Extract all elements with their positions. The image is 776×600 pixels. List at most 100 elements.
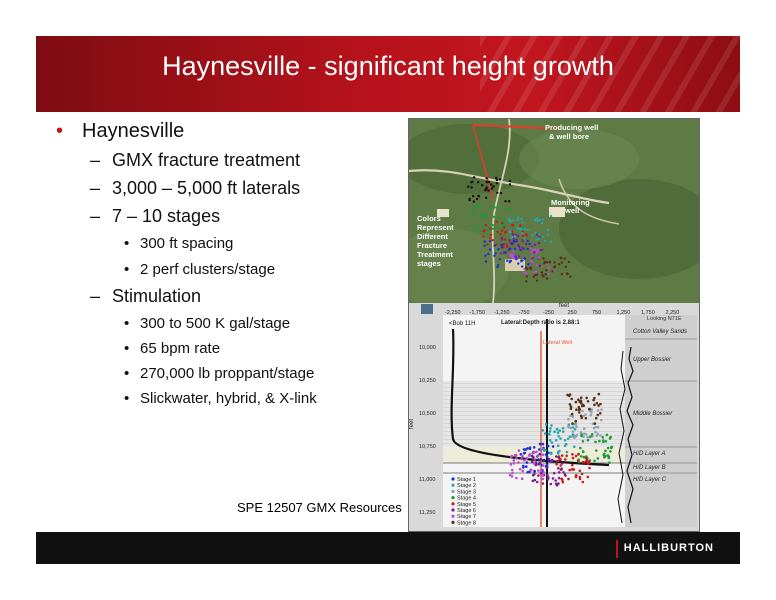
- section-event-dot: [574, 434, 578, 438]
- legend-marker: [451, 483, 455, 487]
- legend-label: Stage 6: [457, 508, 476, 514]
- section-event-dot: [545, 455, 549, 458]
- map-event-dot: [523, 237, 526, 240]
- section-event-dot: [571, 463, 574, 467]
- section-event-dot: [574, 419, 578, 423]
- section-event-dot: [604, 449, 607, 453]
- section-event-dot: [581, 480, 585, 484]
- section-event-dot: [595, 434, 599, 438]
- section-event-dot: [553, 430, 556, 434]
- section-event-dot: [557, 476, 561, 480]
- map-event-dot: [492, 185, 495, 188]
- y-tick-label: 11,250: [419, 510, 435, 516]
- map-event-dot: [542, 257, 545, 260]
- map-event-dot: [537, 241, 541, 245]
- section-event-dot: [581, 409, 584, 413]
- legend-label: Stage 5: [457, 502, 476, 508]
- section-event-dot: [589, 435, 592, 438]
- map-event-dot: [533, 248, 537, 251]
- section-event-dot: [532, 455, 535, 459]
- section-event-dot: [560, 454, 564, 457]
- section-event-dot: [578, 475, 582, 479]
- map-event-dot: [499, 178, 502, 181]
- section-event-dot: [583, 461, 586, 464]
- section-event-dot: [596, 409, 600, 412]
- section-event-dot: [541, 453, 545, 457]
- bullet-text: 300 to 500 K gal/stage: [140, 315, 291, 332]
- section-event-dot: [596, 425, 600, 429]
- map-event-dot: [495, 226, 498, 229]
- map-event-dot: [513, 227, 516, 230]
- section-event-dot: [523, 459, 526, 462]
- section-event-dot: [544, 448, 547, 452]
- section-event-dot: [531, 479, 535, 483]
- map-event-dot: [516, 227, 519, 230]
- section-event-dot: [523, 451, 527, 455]
- section-event-dot: [554, 479, 557, 482]
- map-event-dot: [546, 261, 549, 264]
- map-event-dot: [470, 186, 473, 189]
- map-event-dot: [487, 252, 490, 256]
- north-badge: [421, 304, 433, 314]
- section-event-dot: [603, 452, 606, 456]
- section-event-dot: [586, 400, 590, 403]
- map-event-dot: [493, 254, 496, 257]
- map-event-dot: [487, 189, 490, 192]
- section-event-dot: [596, 413, 600, 417]
- section-event-dot: [557, 467, 560, 470]
- map-event-dot: [512, 211, 515, 215]
- map-event-dot: [511, 253, 514, 256]
- section-event-dot: [587, 460, 591, 463]
- map-event-dot: [517, 235, 520, 238]
- map-event-dot: [528, 242, 531, 246]
- map-event-dot: [553, 265, 557, 268]
- section-event-dot: [571, 415, 574, 419]
- section-event-dot: [586, 475, 590, 479]
- section-event-dot: [562, 471, 565, 474]
- section-event-dot: [538, 442, 542, 446]
- map-event-dot: [525, 275, 528, 278]
- section-event-dot: [582, 414, 585, 418]
- map-event-dot: [505, 243, 508, 246]
- map-event-dot: [546, 228, 550, 231]
- section-event-dot: [509, 463, 513, 466]
- map-event-dot: [503, 226, 506, 229]
- map-event-dot: [490, 183, 493, 186]
- map-event-dot: [543, 262, 546, 265]
- section-event-dot: [568, 468, 571, 472]
- section-event-dot: [521, 455, 524, 458]
- bullet-text: 270,000 lb proppant/stage: [140, 365, 315, 382]
- map-event-dot: [475, 197, 479, 201]
- section-event-dot: [535, 480, 539, 484]
- map-event-dot: [499, 233, 502, 236]
- map-event-dot: [471, 180, 474, 183]
- map-event-dot: [499, 207, 502, 210]
- section-event-dot: [606, 454, 610, 457]
- section-event-dot: [577, 452, 580, 456]
- layer-label: Upper Bossier: [633, 357, 672, 363]
- section-event-dot: [570, 397, 573, 401]
- map-event-dot: [549, 240, 553, 243]
- section-event-dot: [577, 405, 581, 409]
- map-event-dot: [490, 233, 493, 236]
- section-event-dot: [542, 458, 546, 462]
- section-event-dot: [541, 474, 545, 477]
- map-event-dot: [517, 262, 520, 265]
- map-label-colors-2: Represent: [417, 223, 454, 232]
- map-event-dot: [501, 229, 504, 232]
- section-event-dot: [515, 457, 518, 460]
- map-event-dot: [483, 217, 487, 220]
- section-event-dot: [579, 446, 582, 450]
- map-event-dot: [526, 239, 529, 243]
- map-event-dot: [486, 229, 489, 232]
- bullet-text: 3,000 – 5,000 ft laterals: [112, 178, 301, 198]
- section-event-dot: [584, 456, 588, 460]
- map-event-dot: [536, 250, 539, 253]
- section-event-dot: [536, 454, 540, 458]
- section-event-dot: [511, 471, 514, 475]
- map-event-dot: [566, 272, 569, 276]
- section-event-dot: [574, 454, 578, 458]
- map-event-dot: [531, 256, 534, 260]
- y-tick-label: 10,250: [419, 378, 436, 384]
- map-event-dot: [471, 214, 474, 217]
